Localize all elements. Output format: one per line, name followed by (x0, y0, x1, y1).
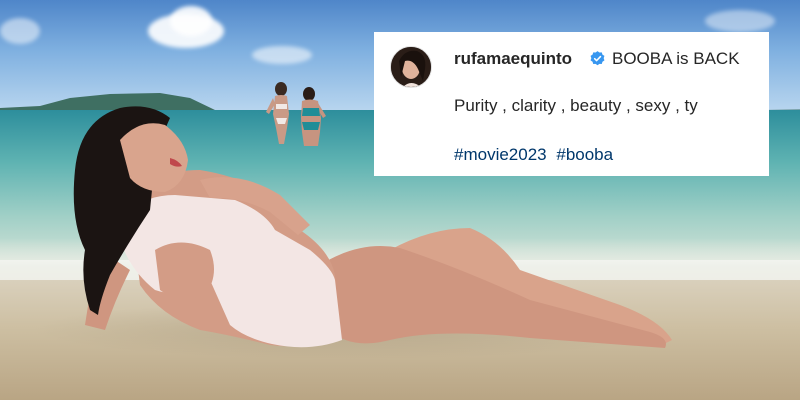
cloud (170, 6, 212, 36)
avatar-photo (391, 47, 431, 87)
cloud (0, 18, 40, 44)
cloud (252, 46, 312, 64)
username-link[interactable]: rufamaequinto (454, 49, 572, 69)
caption-title: BOOBA is BACK (612, 49, 740, 68)
verified-badge-icon (590, 51, 605, 66)
hashtag-booba[interactable]: #booba (556, 145, 613, 164)
profile-avatar[interactable] (390, 46, 432, 88)
hashtag-row: #movie2023 #booba (454, 145, 613, 165)
caption-body: Purity , clarity , beauty , sexy , ty (454, 96, 698, 115)
cloud (705, 10, 775, 32)
hashtag-movie2023[interactable]: #movie2023 (454, 145, 547, 164)
post-caption-card: rufamaequinto BOOBA is BACK Purity , cla… (374, 32, 769, 176)
